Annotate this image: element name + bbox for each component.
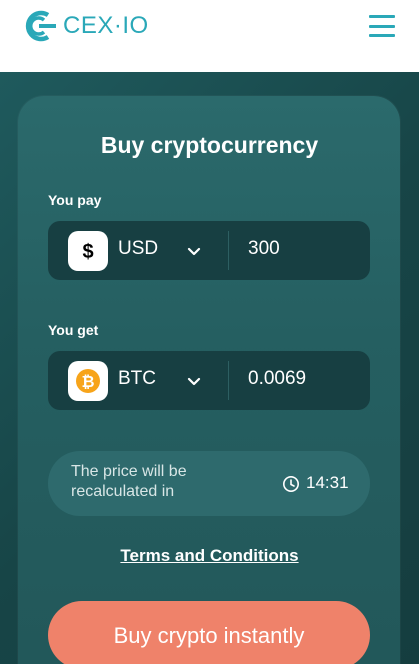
dollar-icon[interactable]: $ [68,231,108,271]
bitcoin-icon[interactable]: ₿ [68,361,108,401]
hamburger-menu-icon[interactable] [369,15,395,37]
you-get-label: You get [48,322,99,338]
recalc-text: The price will be recalculated in [71,463,187,500]
chevron-down-icon[interactable] [184,241,204,261]
you-pay-label: You pay [48,192,102,208]
pay-field: $ USD [48,221,370,280]
cex-logo[interactable]: CEX·IO [22,9,149,43]
logo-text: CEX·IO [63,12,149,39]
field-divider [228,361,229,400]
svg-text:₿: ₿ [81,373,94,391]
field-divider [228,231,229,270]
form-title: Buy cryptocurrency [100,132,319,158]
top-header: CEX·IO [0,0,419,72]
pay-currency[interactable]: USD [118,238,158,260]
recalculation-timer: The price will be recalculated in 14:31 [48,451,370,516]
get-field: ₿ BTC [48,351,370,410]
chevron-down-icon[interactable] [184,371,204,391]
cex-logo-icon [25,10,56,42]
pay-amount-input[interactable] [248,238,358,260]
svg-text:$: $ [82,241,93,262]
timer-value: 14:31 [306,473,349,492]
clock-icon [283,476,299,492]
get-currency[interactable]: BTC [118,368,156,390]
terms-link[interactable]: Terms and Conditions [0,546,419,566]
get-amount-input[interactable] [248,368,358,390]
buy-crypto-button[interactable]: Buy crypto instantly [48,601,370,664]
